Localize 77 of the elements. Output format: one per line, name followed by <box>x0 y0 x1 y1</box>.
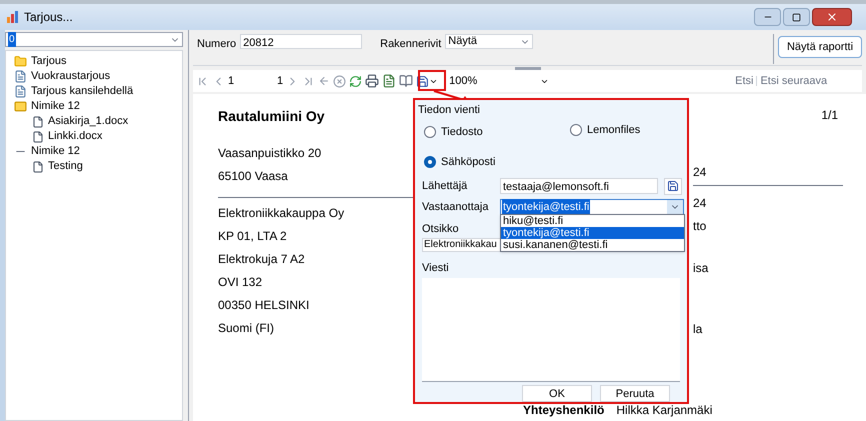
radio-button[interactable] <box>570 124 582 136</box>
bar-chart-icon <box>6 11 20 23</box>
text-fragment: isa <box>693 260 710 277</box>
tree-item[interactable]: Nimike 12 <box>31 143 80 160</box>
dropdown-option[interactable]: tyontekija@testi.fi <box>501 227 684 239</box>
refresh-icon[interactable] <box>349 74 362 88</box>
cancel-button[interactable]: Peruuta <box>600 385 670 402</box>
dropdown-option[interactable]: susi.kananen@testi.fi <box>501 239 684 251</box>
field-label: Rakennerivit <box>380 37 442 52</box>
close-button[interactable] <box>812 8 852 26</box>
text-fragment: tto <box>693 218 708 235</box>
book-icon[interactable] <box>399 74 414 88</box>
page-layout-icon[interactable] <box>382 74 396 88</box>
sender-field[interactable]: testaaja@lemonsoft.fi <box>500 178 658 194</box>
page-field[interactable]: 1 <box>228 72 274 90</box>
address-line: KP 01, LTA 2 <box>218 228 287 245</box>
maximize-icon <box>792 12 801 22</box>
back-icon[interactable] <box>318 75 330 87</box>
tree-item[interactable]: Asiakirja_1.docx <box>48 113 128 130</box>
print-icon[interactable] <box>365 74 380 88</box>
text-fragment: 24 <box>693 195 708 212</box>
radio-label: Tiedosto <box>441 124 483 140</box>
field-label: Viesti <box>422 261 449 276</box>
stop-icon[interactable] <box>333 74 346 88</box>
text-fragment: la <box>693 321 704 338</box>
maximize-button[interactable] <box>783 8 810 26</box>
page-indicator: 1/1 <box>821 107 838 124</box>
address-line: Suomi (FI) <box>218 320 274 337</box>
contact-label: Yhteyshenkilö <box>523 404 604 417</box>
radio-button[interactable] <box>424 156 436 168</box>
zoom-dropdown[interactable]: 100% <box>449 72 550 90</box>
tree-item[interactable]: Testing <box>48 158 83 175</box>
message-field[interactable] <box>422 278 680 382</box>
company-name: Rautalumiini Oy <box>218 107 325 126</box>
page-count: 1 <box>277 74 284 89</box>
save-button[interactable] <box>664 178 682 194</box>
group-title: Tiedon vienti <box>418 103 480 118</box>
dropdown-option[interactable]: hiku@testi.fi <box>501 215 684 227</box>
radio-button[interactable] <box>424 126 436 138</box>
document-icon <box>14 85 27 98</box>
field-label: Otsikko <box>422 222 459 236</box>
rows-dropdown[interactable]: Näytä <box>445 34 534 49</box>
number-field[interactable]: 20812 <box>240 34 362 49</box>
tree-item[interactable]: Vuokraustarjous <box>31 68 110 85</box>
find-next-link[interactable]: Etsi seuraava <box>760 72 828 90</box>
window-title: Tarjous... <box>24 9 73 26</box>
save-icon <box>667 180 679 192</box>
radio-label: Sähköposti <box>441 155 496 170</box>
tree-item[interactable]: Nimike 12 <box>31 98 80 115</box>
address-line: 65100 Vaasa <box>218 168 288 185</box>
highlight-frame <box>418 70 446 91</box>
close-icon <box>826 11 838 23</box>
file-icon <box>32 116 44 128</box>
text-fragment: 24 <box>693 164 708 181</box>
field-label: Numero <box>197 37 236 52</box>
tree-item[interactable]: Linkki.docx <box>48 128 102 145</box>
contact-name: Hilkka Karjanmäki <box>616 404 712 417</box>
file-icon <box>32 130 44 142</box>
address-line: OVI 132 <box>218 274 262 291</box>
find-link[interactable]: Etsi <box>735 72 754 90</box>
radio-label: Lemonfiles <box>587 122 640 138</box>
address-line: Elektroniikkakauppa Oy <box>218 205 344 222</box>
recipient-dropdown[interactable]: tyontekija@testi.fi <box>500 198 684 216</box>
address-line: Vaasanpuistikko 20 <box>218 145 322 162</box>
tree-item[interactable]: Tarjous kansilehdellä <box>31 83 134 100</box>
ok-button[interactable]: OK <box>522 385 592 402</box>
field-label: Lähettäjä <box>422 178 468 194</box>
document-icon <box>14 70 27 83</box>
show-report-button[interactable]: Näytä raportti <box>778 36 862 58</box>
selector-dropdown[interactable]: 0 <box>5 32 183 47</box>
tree-item[interactable]: Tarjous <box>31 53 66 70</box>
field-label: Vastaanottaja <box>422 200 490 215</box>
file-icon <box>32 160 44 172</box>
address-line: Elektrokuja 7 A2 <box>218 251 305 268</box>
folder-icon <box>14 55 27 68</box>
address-line: 00350 HELSINKI <box>218 297 310 314</box>
save-icon[interactable] <box>416 74 430 88</box>
